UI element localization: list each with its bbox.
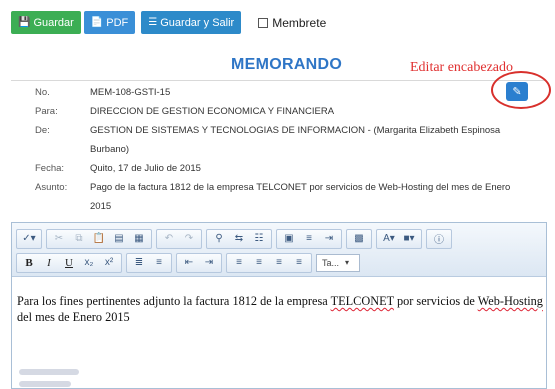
fecha-value: Quito, 17 de Julio de 2015 (90, 163, 201, 174)
outdent-icon[interactable]: ⇤ (181, 255, 197, 271)
pdf-label: PDF (106, 16, 129, 29)
editor-toolbar: ✓▾ ✂ ⧉ 📋 ▤ ▦ ↶ ↷ ⚲ ⇆ ☷ ▣ ≡ ⇥ ▩ A▾ ■▾ ⓘ B… (12, 223, 546, 277)
header-row-de: De: GESTION DE SISTEMAS Y TECNOLOGIAS DE… (35, 121, 535, 140)
align-center-icon[interactable]: ≡ (251, 255, 267, 271)
de-value: GESTION DE SISTEMAS Y TECNOLOGIAS DE INF… (90, 125, 501, 136)
no-label: No. (35, 87, 50, 98)
align-justify-icon[interactable]: ≡ (291, 255, 307, 271)
guardar-salir-label: Guardar y Salir (160, 16, 235, 29)
align-right-icon[interactable]: ≡ (271, 255, 287, 271)
body-text-webhosting: Web-Hosting (477, 294, 543, 308)
italic-icon[interactable]: I (41, 255, 57, 271)
superscript-icon[interactable]: x² (101, 255, 117, 271)
blurred-signature-line-1 (19, 369, 79, 375)
toolbar-row-2: B I U x₂ x² ≣ ≡ ⇤ ⇥ ≡ ≡ ≡ ≡ Ta... ▾ (16, 251, 542, 274)
image-icon[interactable]: ▩ (351, 231, 367, 247)
memo-header: No. MEM-108-GSTI-15 Para: DIRECCION DE G… (35, 83, 535, 216)
de-value-cont: Burbano) (90, 144, 130, 155)
body-text-3: del mes de Enero 2015 (17, 310, 130, 324)
para-label: Para: (35, 106, 58, 117)
underline-icon[interactable]: U (61, 255, 77, 271)
align-left-icon[interactable]: ≡ (231, 255, 247, 271)
blurred-signature-line-2 (19, 381, 71, 387)
header-row-no: No. MEM-108-GSTI-15 (35, 83, 535, 102)
top-toolbar: 💾 Guardar 📄 PDF ☰ Guardar y Salir Membre… (11, 11, 326, 34)
membrete-label: Membrete (272, 15, 327, 30)
redo-icon[interactable]: ↷ (181, 231, 197, 247)
paste-text-icon[interactable]: ▤ (111, 231, 127, 247)
no-value: MEM-108-GSTI-15 (90, 87, 171, 98)
subscript-icon[interactable]: x₂ (81, 255, 97, 271)
font-combo-value: Ta... (322, 257, 340, 268)
memo-title: MEMORANDO (231, 56, 343, 73)
undo-icon[interactable]: ↶ (161, 231, 177, 247)
text-color-icon[interactable]: A▾ (381, 231, 397, 247)
spellcheck-icon[interactable]: ✓▾ (21, 231, 37, 247)
cut-icon[interactable]: ✂ (51, 231, 67, 247)
guardar-button[interactable]: 💾 Guardar (11, 11, 81, 34)
replace-icon[interactable]: ⇆ (231, 231, 247, 247)
numbered-list-icon[interactable]: ≣ (131, 255, 147, 271)
guardar-label: Guardar (33, 16, 74, 29)
font-combo[interactable]: Ta... ▾ (316, 253, 360, 272)
body-text-telconet: TELCONET (330, 294, 394, 308)
asunto-value-cont: 2015 (90, 201, 112, 212)
indent-list-icon[interactable]: ⇥ (321, 231, 337, 247)
body-text-2: por servicios de (393, 294, 478, 308)
guardar-salir-button[interactable]: ☰ Guardar y Salir (141, 11, 242, 34)
edit-header-annotation: Editar encabezado (410, 60, 513, 75)
para-value: DIRECCION DE GESTION ECONOMICA Y FINANCI… (90, 106, 335, 117)
form-icon[interactable]: ▣ (281, 231, 297, 247)
body-text-1: Para los fines pertinentes adjunto la fa… (17, 294, 331, 308)
fecha-label: Fecha: (35, 163, 65, 174)
bg-color-icon[interactable]: ■▾ (401, 231, 417, 247)
save-icon: 💾 (18, 17, 31, 28)
checkbox-box[interactable] (258, 17, 269, 28)
chevron-down-icon: ▾ (345, 258, 350, 267)
asunto-label: Asunto: (35, 182, 68, 193)
header-row-fecha: Fecha: Quito, 17 de Julio de 2015 (35, 159, 535, 178)
copy-icon[interactable]: ⧉ (71, 231, 87, 247)
header-row-asunto-cont: 2015 (35, 197, 535, 216)
header-row-asunto: Asunto: Pago de la factura 1812 de la em… (35, 178, 535, 197)
find-icon[interactable]: ⚲ (211, 231, 227, 247)
bold-icon[interactable]: B (21, 255, 37, 271)
asunto-value: Pago de la factura 1812 de la empresa TE… (90, 182, 511, 193)
de-label: De: (35, 125, 50, 136)
paste-word-icon[interactable]: ▦ (131, 231, 147, 247)
indent-icon[interactable]: ⇥ (201, 255, 217, 271)
list-icon: ☰ (148, 17, 158, 28)
horizontal-line-icon[interactable]: ≡ (301, 231, 317, 247)
pdf-button[interactable]: 📄 PDF (83, 11, 136, 34)
select-all-icon[interactable]: ☷ (251, 231, 267, 247)
file-icon: 📄 (90, 17, 104, 28)
about-icon[interactable]: ⓘ (431, 231, 447, 247)
header-row-para: Para: DIRECCION DE GESTION ECONOMICA Y F… (35, 102, 535, 121)
toolbar-row-1: ✓▾ ✂ ⧉ 📋 ▤ ▦ ↶ ↷ ⚲ ⇆ ☷ ▣ ≡ ⇥ ▩ A▾ ■▾ ⓘ (16, 227, 542, 250)
header-row-de-cont: Burbano) (35, 140, 535, 159)
paste-icon[interactable]: 📋 (91, 231, 107, 247)
divider (11, 80, 545, 81)
editor-body[interactable]: Para los fines pertinentes adjunto la fa… (17, 293, 543, 325)
bulleted-list-icon[interactable]: ≡ (151, 255, 167, 271)
membrete-checkbox[interactable]: Membrete (258, 16, 326, 30)
rich-text-editor: ✓▾ ✂ ⧉ 📋 ▤ ▦ ↶ ↷ ⚲ ⇆ ☷ ▣ ≡ ⇥ ▩ A▾ ■▾ ⓘ B… (11, 222, 547, 389)
